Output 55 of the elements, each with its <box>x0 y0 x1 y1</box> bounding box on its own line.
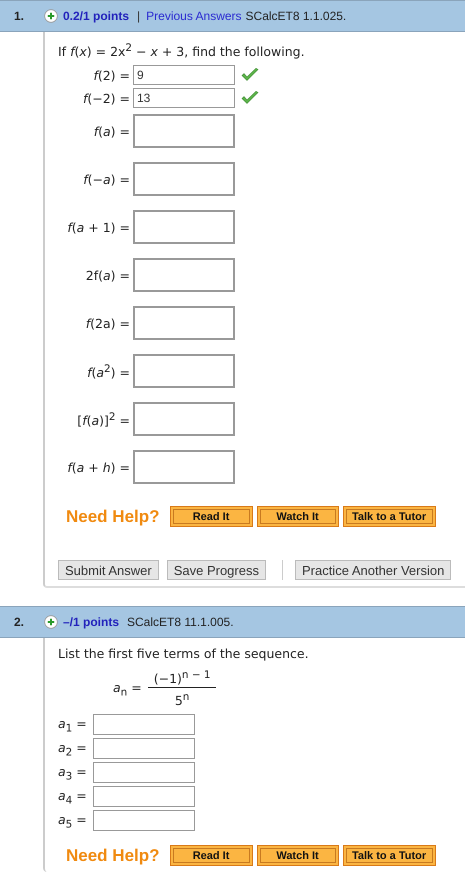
answer-field[interactable] <box>133 402 235 436</box>
formula-label: a$_{n}$ = <box>113 680 142 698</box>
help-button[interactable]: Read It <box>170 845 253 866</box>
separator-text: | <box>137 9 140 23</box>
answer-field[interactable] <box>133 354 235 388</box>
answer-label: a$_{3}$ = <box>58 764 88 782</box>
answer-label: f(a) = <box>92 124 131 139</box>
answer-field[interactable] <box>133 210 235 244</box>
answer-field[interactable] <box>133 306 235 340</box>
answer-field[interactable] <box>133 450 235 484</box>
need-help-text: Need Help? <box>66 506 160 527</box>
answer-field[interactable] <box>93 714 195 736</box>
answer-field[interactable] <box>133 258 235 292</box>
answer-label: a$_{1}$ = <box>58 716 88 734</box>
need-help-text: Need Help? <box>66 846 160 866</box>
answer-label: f(a + 1) = <box>66 220 131 235</box>
answer-field[interactable] <box>93 762 195 784</box>
answer-label: a$_{2}$ = <box>58 740 88 758</box>
question-number: 2. <box>13 615 26 630</box>
answer-field[interactable] <box>93 786 195 808</box>
answer-field[interactable]: 13 <box>133 88 235 108</box>
help-button[interactable]: Watch It <box>256 506 339 528</box>
help-button[interactable]: Watch It <box>256 845 339 866</box>
fraction: (−1)$^{n − 1}$ 5$^{n}$ <box>148 669 216 708</box>
source-text: SCalcET8 1.1.025. <box>246 9 346 23</box>
points-text: 0.2/1 points <box>63 9 130 23</box>
points-text: –/1 points <box>63 615 120 630</box>
answer-label: a$_{5}$ = <box>58 812 88 830</box>
plus-icon[interactable] <box>44 615 58 630</box>
help-button[interactable]: Read It <box>170 506 253 528</box>
help-button[interactable]: Talk to a Tutor <box>342 506 436 528</box>
plus-icon[interactable] <box>44 9 58 23</box>
answer-label: f(2a) = <box>84 316 131 331</box>
answer-field[interactable] <box>93 810 195 832</box>
answer-label: f(2) = <box>92 68 131 83</box>
answer-label: f(−2) = <box>82 90 131 106</box>
answer-label: f(a$^{2}$) = <box>86 362 131 380</box>
question-prompt: If f(x) = 2x$^{2}$ − x + 3, find the following. <box>58 41 306 62</box>
help-button[interactable]: Talk to a Tutor <box>342 845 436 866</box>
action-button[interactable]: Submit Answer <box>58 560 159 580</box>
question-number: 1. <box>13 9 26 23</box>
answer-label: 2f(a) = <box>84 268 131 283</box>
action-button[interactable]: Practice Another Version <box>294 560 452 580</box>
answer-field[interactable] <box>133 114 235 148</box>
previous-answers-link[interactable]: Previous Answers <box>146 9 242 23</box>
answer-label: f(a + h) = <box>66 460 131 475</box>
answer-label: f(−a) = <box>82 172 131 187</box>
answer-label: [f(a)]$^{2}$ = <box>76 410 131 428</box>
question-prompt: List the first five terms of the sequence. <box>58 645 310 664</box>
answer-field[interactable]: 9 <box>133 65 235 86</box>
answer-label: a$_{4}$ = <box>58 788 88 806</box>
answer-field[interactable] <box>93 738 195 760</box>
source-text: SCalcET8 11.1.005. <box>127 615 234 630</box>
action-button[interactable]: Save Progress <box>166 560 266 580</box>
answer-field[interactable] <box>133 162 235 196</box>
